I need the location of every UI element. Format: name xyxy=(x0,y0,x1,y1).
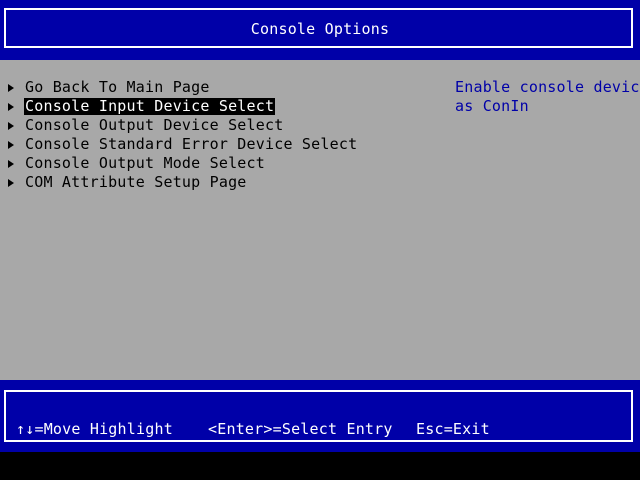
menu-item-label: Console Output Device Select xyxy=(25,116,284,134)
menu-item-com-attribute[interactable]: COM Attribute Setup Page xyxy=(8,173,358,192)
menu-item-label: Go Back To Main Page xyxy=(25,78,210,96)
footer-move-hint: ↑↓=Move Highlight xyxy=(16,420,173,438)
menu-item-label: Console Input Device Select xyxy=(24,97,276,115)
menu-item-console-output-mode[interactable]: Console Output Mode Select xyxy=(8,154,358,173)
menu-item-console-output[interactable]: Console Output Device Select xyxy=(8,116,358,135)
header-bar: Console Options xyxy=(0,0,640,60)
menu-item-label: COM Attribute Setup Page xyxy=(25,173,247,191)
footer-enter-hint: <Enter>=Select Entry xyxy=(208,420,393,438)
submenu-arrow-icon xyxy=(8,178,14,187)
bios-screen: Console Options Go Back To Main Page Con… xyxy=(0,0,640,480)
submenu-arrow-icon xyxy=(8,159,14,168)
submenu-arrow-icon xyxy=(8,121,14,130)
page-title: Console Options xyxy=(250,20,390,38)
submenu-arrow-icon xyxy=(8,140,14,149)
help-text-line: as ConIn xyxy=(455,97,529,115)
menu-item-console-stderr[interactable]: Console Standard Error Device Select xyxy=(8,135,358,154)
bottom-strip xyxy=(0,452,640,480)
submenu-arrow-icon xyxy=(8,83,14,92)
menu-list: Go Back To Main Page Console Input Devic… xyxy=(8,78,358,192)
help-panel: Enable console device as ConIn xyxy=(455,78,640,116)
menu-item-label: Console Output Mode Select xyxy=(25,154,265,172)
footer-esc-hint: Esc=Exit xyxy=(416,420,490,438)
menu-item-console-input[interactable]: Console Input Device Select xyxy=(8,97,358,116)
menu-item-label: Console Standard Error Device Select xyxy=(25,135,358,153)
help-text-line: Enable console device xyxy=(455,78,640,96)
submenu-arrow-icon xyxy=(8,102,14,111)
menu-item-go-back[interactable]: Go Back To Main Page xyxy=(8,78,358,97)
footer-bar: ↑↓=Move Highlight <Enter>=Select Entry E… xyxy=(0,380,640,452)
